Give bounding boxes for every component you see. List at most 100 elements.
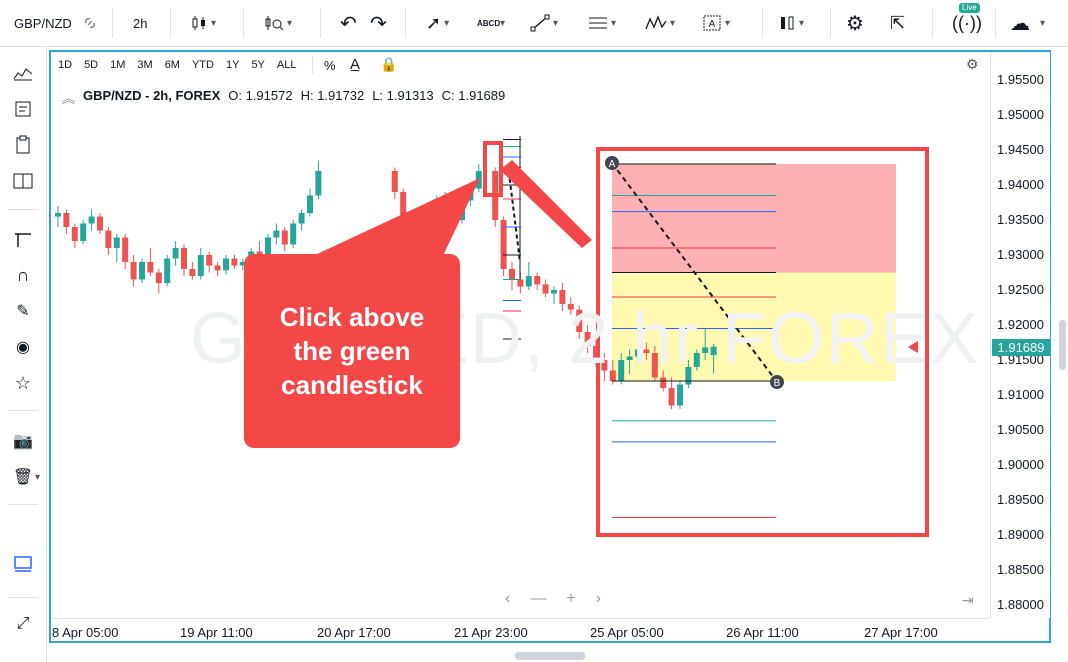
price-tick: 1.89500 xyxy=(997,492,1044,507)
time-tick: 26 Apr 11:00 xyxy=(726,625,799,640)
price-tick: 1.90500 xyxy=(997,422,1044,437)
time-tick: 21 Apr 23:00 xyxy=(454,625,528,640)
range-1y[interactable]: 1Y xyxy=(226,59,239,71)
patterns-icon[interactable]: ▾ xyxy=(645,0,675,46)
price-axis[interactable]: 1.95500 1.95000 1.94500 1.94000 1.93500 1.930… xyxy=(990,52,1050,618)
range-5y[interactable]: 5Y xyxy=(251,59,264,71)
text-tools-icon[interactable]: ABCD ▾ xyxy=(477,0,505,46)
legend-high: H: 1.91732 xyxy=(300,88,365,103)
range-ytd[interactable]: YTD xyxy=(192,59,214,71)
monitor-icon[interactable] xyxy=(0,547,46,581)
interval-button[interactable]: 2h xyxy=(133,0,147,46)
range-all[interactable]: ALL xyxy=(277,59,297,71)
split-view-icon[interactable] xyxy=(0,164,46,198)
code-editor-icon[interactable] xyxy=(0,92,46,126)
range-5d[interactable]: 5D xyxy=(84,59,98,71)
candles-icon[interactable]: ▾ xyxy=(190,0,216,46)
price-tick: 1.88000 xyxy=(997,597,1044,612)
symbol-search[interactable]: GBP/NZD xyxy=(14,0,72,46)
lock-scale-icon[interactable]: 🔒 xyxy=(380,56,397,73)
price-tick: 1.88500 xyxy=(997,562,1044,577)
link-icon[interactable] xyxy=(82,0,98,46)
percent-scale-icon[interactable]: % xyxy=(324,58,336,73)
auto-scale-icon[interactable]: A̲ xyxy=(350,56,360,73)
trendline-icon[interactable]: ▾ xyxy=(530,0,558,46)
legend-title[interactable]: GBP/NZD - 2h, FOREX xyxy=(83,88,220,107)
range-1m[interactable]: 1M xyxy=(110,59,125,71)
legend-close: C: 1.91689 xyxy=(441,88,506,103)
left-sidebar: ∩ ✎ ◉ ☆ 📷 🗑 ▾ ⤢ xyxy=(0,47,47,662)
star-icon[interactable]: ☆ xyxy=(0,366,46,400)
price-tick: 1.93000 xyxy=(997,247,1044,262)
price-tick: 1.95500 xyxy=(997,72,1044,87)
price-tick: 1.94000 xyxy=(997,177,1044,192)
top-toolbar: GBP/NZD 2h ▾ ▾ ↶ ↷ ➚ ▾ ABCD ▾ ▾ ▾ ▾ A ▾ ▾ … xyxy=(0,0,1068,47)
series-legend: ︽ GBP/NZD - 2h, FOREX O: 1.91572 H: 1.91… xyxy=(62,88,505,107)
cursor-icon[interactable]: ➚ ▾ xyxy=(426,0,449,46)
svg-text:A: A xyxy=(709,19,716,30)
cloud-icon[interactable]: ☁ ▾ xyxy=(1010,0,1045,46)
interval-label: 2h xyxy=(133,15,148,31)
chevron-down-icon: ▾ xyxy=(287,17,293,29)
fullscreen-icon[interactable]: ⤢ xyxy=(0,607,46,641)
chart-bars-icon[interactable] xyxy=(0,56,46,90)
chevron-down-icon: ▾ xyxy=(444,17,450,29)
text-tool-label: ABCD xyxy=(477,18,501,28)
camera-icon[interactable]: 📷 xyxy=(0,424,46,458)
scroll-to-end-icon[interactable]: ⇥ xyxy=(962,592,974,609)
settings-gear-icon[interactable]: ⚙ xyxy=(846,0,864,46)
redo-icon[interactable]: ↷ xyxy=(370,0,387,46)
trash-icon[interactable]: 🗑 ▾ xyxy=(0,460,46,494)
horizontal-scrollbar[interactable] xyxy=(515,652,585,660)
range-3m[interactable]: 3M xyxy=(137,59,152,71)
vertical-scrollbar[interactable] xyxy=(1059,320,1066,370)
legend-low: L: 1.91313 xyxy=(372,88,434,103)
instruction-callout: Click above the green candlestick xyxy=(244,254,460,448)
price-tick: 1.91000 xyxy=(997,387,1044,402)
zoom-out-icon[interactable]: — xyxy=(530,590,546,608)
time-tick: 25 Apr 05:00 xyxy=(590,625,664,640)
highlight-frame xyxy=(49,50,1051,643)
pencil-lock-icon[interactable]: ✎ xyxy=(0,294,46,328)
hide-eye-icon[interactable]: ◉ xyxy=(0,330,46,364)
chevron-down-icon: ▾ xyxy=(553,17,559,29)
chevron-down-icon: ▾ xyxy=(611,17,617,29)
chart-navigation: ‹ — + › xyxy=(505,590,601,608)
time-axis[interactable]: 8 Apr 05:00 19 Apr 11:00 20 Apr 17:00 21 Ap… xyxy=(52,618,990,643)
clipboard-icon[interactable] xyxy=(0,128,46,162)
callout-line-1: Click above xyxy=(279,302,425,332)
chart-settings-icon[interactable]: ⚙ xyxy=(966,56,979,73)
chevron-down-icon: ▾ xyxy=(35,471,41,483)
price-tick: 1.95000 xyxy=(997,107,1044,122)
price-tick: 1.93500 xyxy=(997,212,1044,227)
chevron-down-icon: ▾ xyxy=(799,17,805,29)
indicators-icon[interactable]: ▾ xyxy=(264,0,292,46)
collapse-icon[interactable]: ︽ xyxy=(62,88,75,107)
symbol-label: GBP/NZD xyxy=(14,15,72,31)
chevron-down-icon: ▾ xyxy=(670,17,676,29)
range-bar: 1D 5D 1M 3M 6M YTD 1Y 5Y ALL xyxy=(52,52,302,78)
legend-open: O: 1.91572 xyxy=(228,88,293,103)
price-tick: 1.90000 xyxy=(997,457,1044,472)
range-1d[interactable]: 1D xyxy=(58,59,72,71)
time-tick: 27 Apr 17:00 xyxy=(864,625,938,640)
fib-icon[interactable]: ▾ xyxy=(588,0,616,46)
range-6m[interactable]: 6M xyxy=(165,59,180,71)
chevron-down-icon: ▾ xyxy=(211,17,217,29)
annotation-icon[interactable]: A ▾ xyxy=(702,0,730,46)
zoom-in-icon[interactable]: + xyxy=(566,590,575,608)
crosshair-tool-icon[interactable] xyxy=(0,222,46,256)
scroll-left-icon[interactable]: ‹ xyxy=(505,590,510,608)
time-tick: 8 Apr 05:00 xyxy=(52,625,119,640)
compare-icon[interactable]: ▾ xyxy=(778,0,804,46)
share-icon[interactable]: ⇱ xyxy=(890,0,905,46)
price-tick: 1.89000 xyxy=(997,527,1044,542)
price-tick: 1.92000 xyxy=(997,317,1044,332)
scroll-right-icon[interactable]: › xyxy=(596,590,601,608)
price-tick: 1.94500 xyxy=(997,142,1044,157)
current-price-label: 1.91689 xyxy=(992,339,1050,356)
time-tick: 19 Apr 11:00 xyxy=(180,625,253,640)
magnet-icon[interactable]: ∩ xyxy=(0,258,46,292)
undo-icon[interactable]: ↶ xyxy=(340,0,357,46)
chevron-down-icon: ▾ xyxy=(1040,17,1046,29)
